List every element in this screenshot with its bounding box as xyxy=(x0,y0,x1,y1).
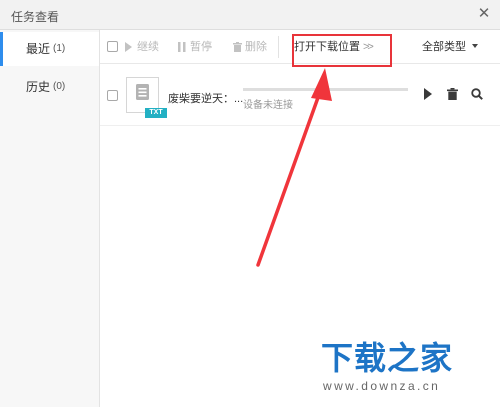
watermark-url: www.downza.cn xyxy=(323,379,441,393)
type-filter-label: 全部类型 xyxy=(422,41,466,53)
sidebar-item-label: 最近 xyxy=(26,42,51,56)
watermark: 下载之家 www.downza.cn xyxy=(321,333,481,397)
row-checkbox[interactable] xyxy=(107,90,118,101)
pause-icon xyxy=(178,42,186,52)
sidebar-item-history[interactable]: 历史 (0) xyxy=(0,70,99,104)
search-icon xyxy=(471,88,483,100)
row-search-button[interactable] xyxy=(471,88,483,103)
type-filter-dropdown[interactable]: 全部类型 xyxy=(422,38,478,56)
window-title: 任务查看 xyxy=(11,10,60,24)
status-text: 设备未连接 xyxy=(243,100,293,111)
close-icon[interactable]: ✕ xyxy=(476,6,492,22)
document-icon: TXT xyxy=(126,77,167,118)
sidebar-item-count: (0) xyxy=(53,81,66,92)
title-bar: 任务查看 ✕ xyxy=(0,0,500,30)
file-name: 废柴要逆天：... xyxy=(168,93,244,105)
caret-down-icon xyxy=(472,44,478,48)
sidebar: 最近 (1) 历史 (0) xyxy=(0,30,100,407)
row-play-button[interactable] xyxy=(424,88,433,103)
sidebar-item-recent[interactable]: 最近 (1) xyxy=(0,32,99,66)
sidebar-item-label: 历史 xyxy=(26,80,51,94)
play-icon xyxy=(125,42,132,52)
progress-bar xyxy=(243,88,408,91)
play-icon xyxy=(424,88,432,100)
select-all-checkbox[interactable] xyxy=(107,41,118,52)
trash-icon xyxy=(447,88,458,100)
watermark-title: 下载之家 xyxy=(321,339,454,377)
highlight-annotation-box xyxy=(292,34,392,67)
table-row: TXT 废柴要逆天：... 设备未连接 xyxy=(100,64,500,126)
file-type-badge: TXT xyxy=(145,108,167,118)
trash-icon xyxy=(233,42,242,52)
toolbar-divider xyxy=(278,36,279,58)
row-delete-button[interactable] xyxy=(447,88,458,103)
sidebar-item-count: (1) xyxy=(53,43,66,54)
